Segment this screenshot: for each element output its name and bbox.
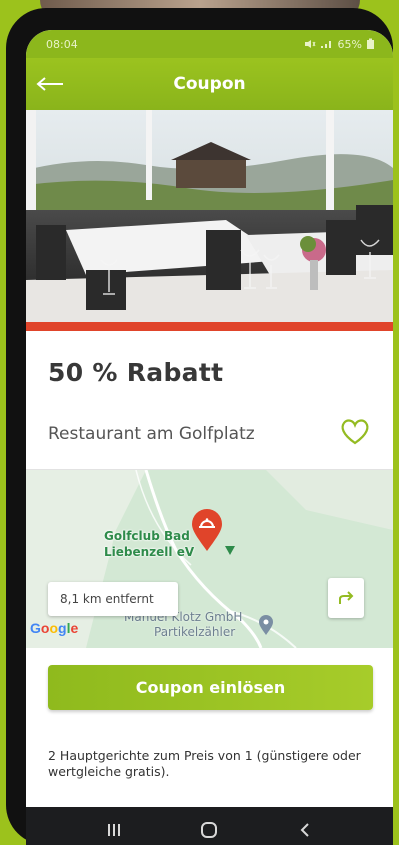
app-screen: 08:04 65% Coupon 50 % Rabatt Restaurant …	[26, 30, 393, 845]
mute-icon	[304, 40, 315, 48]
golf-label-line2: Liebenzell eV	[104, 545, 195, 559]
back-button[interactable]	[32, 68, 68, 100]
offer-description: 2 Hauptgerichte zum Preis von 1 (günstig…	[48, 748, 361, 779]
poi-label-line2: Partikelzähler	[154, 625, 236, 639]
status-bar: 08:04 65%	[26, 30, 393, 58]
recent-apps-button[interactable]	[94, 815, 134, 845]
redeem-coupon-button[interactable]: Coupon einlösen	[48, 665, 373, 710]
offer-title: 50 % Rabatt	[48, 358, 224, 387]
golf-label-line1: Golfclub Bad	[104, 529, 190, 543]
status-time: 08:04	[46, 37, 78, 51]
system-back-button[interactable]	[285, 815, 325, 845]
signal-icon	[320, 41, 331, 48]
phone-frame: 08:04 65% Coupon 50 % Rabatt Restaurant …	[6, 8, 393, 845]
location-pin-icon[interactable]	[190, 508, 224, 552]
chevron-left-icon	[300, 823, 309, 837]
golf-pin-icon	[225, 546, 235, 555]
map-label-golfclub: Golfclub Bad Liebenzell eV	[104, 528, 194, 560]
accent-strip	[26, 322, 393, 331]
google-logo: Google	[30, 620, 79, 636]
system-nav-bar	[26, 807, 393, 845]
location-map[interactable]: Golfclub Bad Liebenzell eV Manuel Klotz …	[26, 470, 393, 648]
arrow-left-icon	[36, 77, 63, 91]
heart-outline-icon	[341, 419, 369, 445]
favorite-button[interactable]	[338, 416, 372, 446]
restaurant-photo	[26, 110, 393, 322]
battery-icon	[367, 38, 374, 49]
status-icons: 65%	[304, 38, 375, 51]
home-icon	[201, 822, 218, 838]
page-title: Coupon	[173, 74, 246, 94]
directions-arrow-icon	[339, 591, 354, 604]
directions-button[interactable]	[328, 578, 364, 618]
recent-apps-icon	[107, 824, 120, 836]
redeem-coupon-label: Coupon einlösen	[135, 678, 286, 697]
distance-text: 8,1 km entfernt	[60, 592, 154, 606]
app-bar: Coupon	[26, 58, 393, 110]
merchant-name: Restaurant am Golfplatz	[48, 424, 255, 444]
poi-pin-icon	[259, 615, 273, 635]
home-button[interactable]	[189, 815, 229, 845]
distance-badge: 8,1 km entfernt	[48, 582, 178, 616]
battery-percent: 65%	[337, 37, 362, 51]
